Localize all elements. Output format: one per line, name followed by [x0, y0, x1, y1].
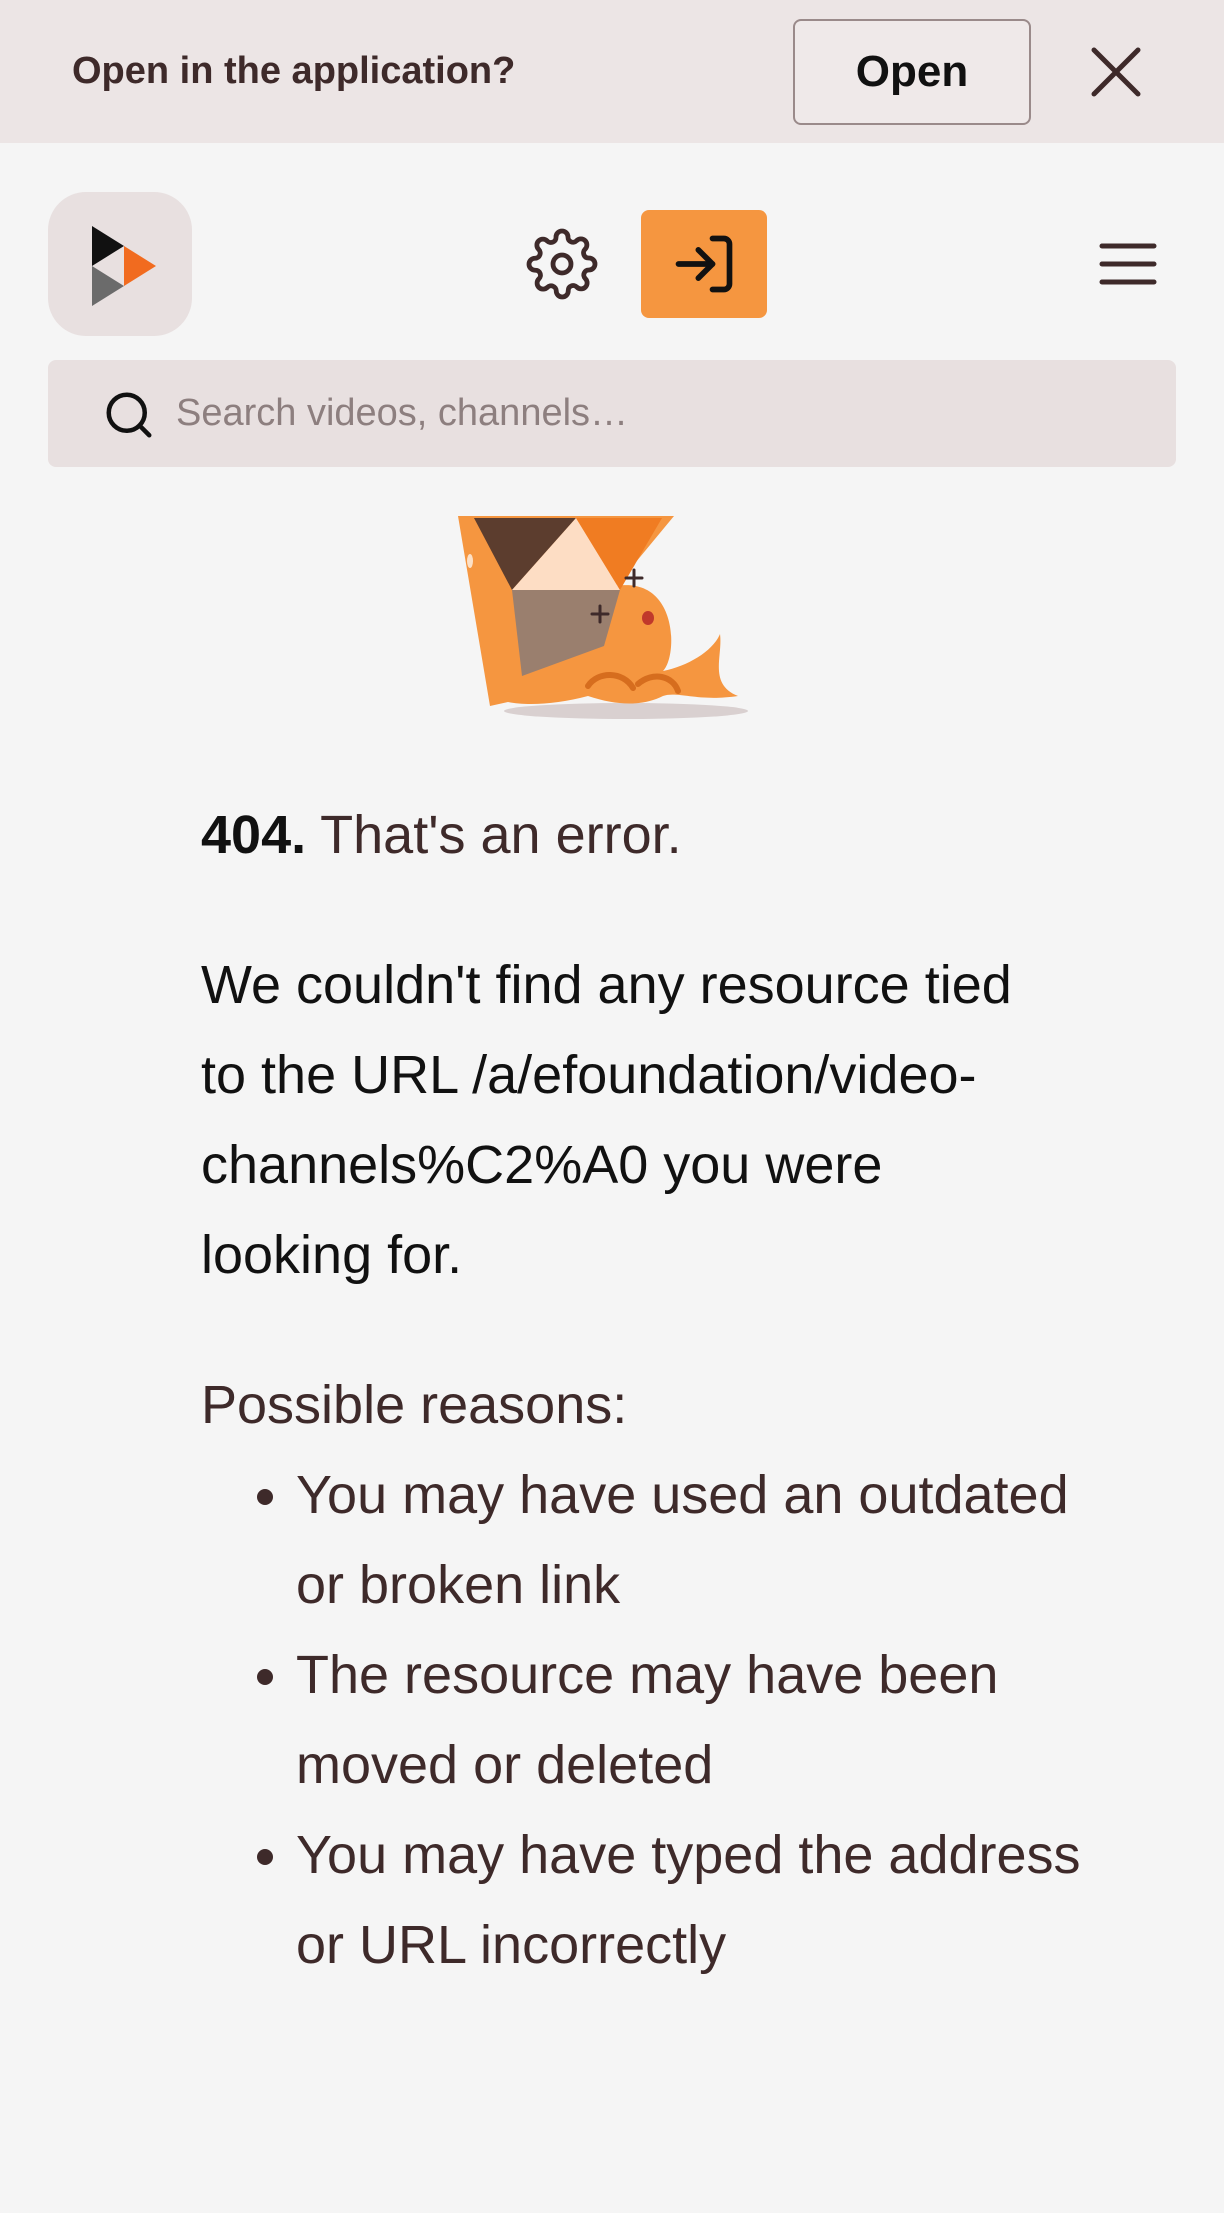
open-in-app-button[interactable]: Open [793, 19, 1031, 125]
reasons-list: You may have used an outdated or broken … [201, 1450, 1081, 1990]
search-input[interactable] [176, 360, 1156, 467]
close-banner-button[interactable] [1080, 36, 1152, 108]
error-content: 404. That's an error. We couldn't find a… [201, 790, 1081, 1990]
list-item: The resource may have been moved or dele… [296, 1630, 1081, 1810]
banner-text: Open in the application? [72, 50, 516, 92]
open-in-app-banner: Open in the application? Open [0, 0, 1224, 143]
peertube-logo-icon [92, 226, 156, 306]
close-icon [1091, 47, 1141, 97]
error-title: That's an error. [320, 805, 682, 865]
error-mascot-image [458, 516, 748, 719]
menu-button[interactable] [1096, 232, 1160, 296]
error-code: 404. [201, 805, 307, 865]
home-logo-button[interactable] [48, 192, 192, 336]
login-icon [675, 235, 733, 293]
reasons-title: Possible reasons: [201, 1375, 628, 1435]
search-icon [106, 392, 152, 438]
list-item: You may have typed the address or URL in… [296, 1810, 1081, 1990]
hamburger-menu-icon [1099, 243, 1157, 285]
settings-button[interactable] [526, 228, 598, 300]
list-item: You may have used an outdated or broken … [296, 1450, 1081, 1630]
login-button[interactable] [641, 210, 767, 318]
error-heading: 404. That's an error. [201, 790, 1081, 880]
error-message: We couldn't find any resource tied to th… [201, 955, 1012, 1285]
gear-icon [526, 228, 598, 300]
